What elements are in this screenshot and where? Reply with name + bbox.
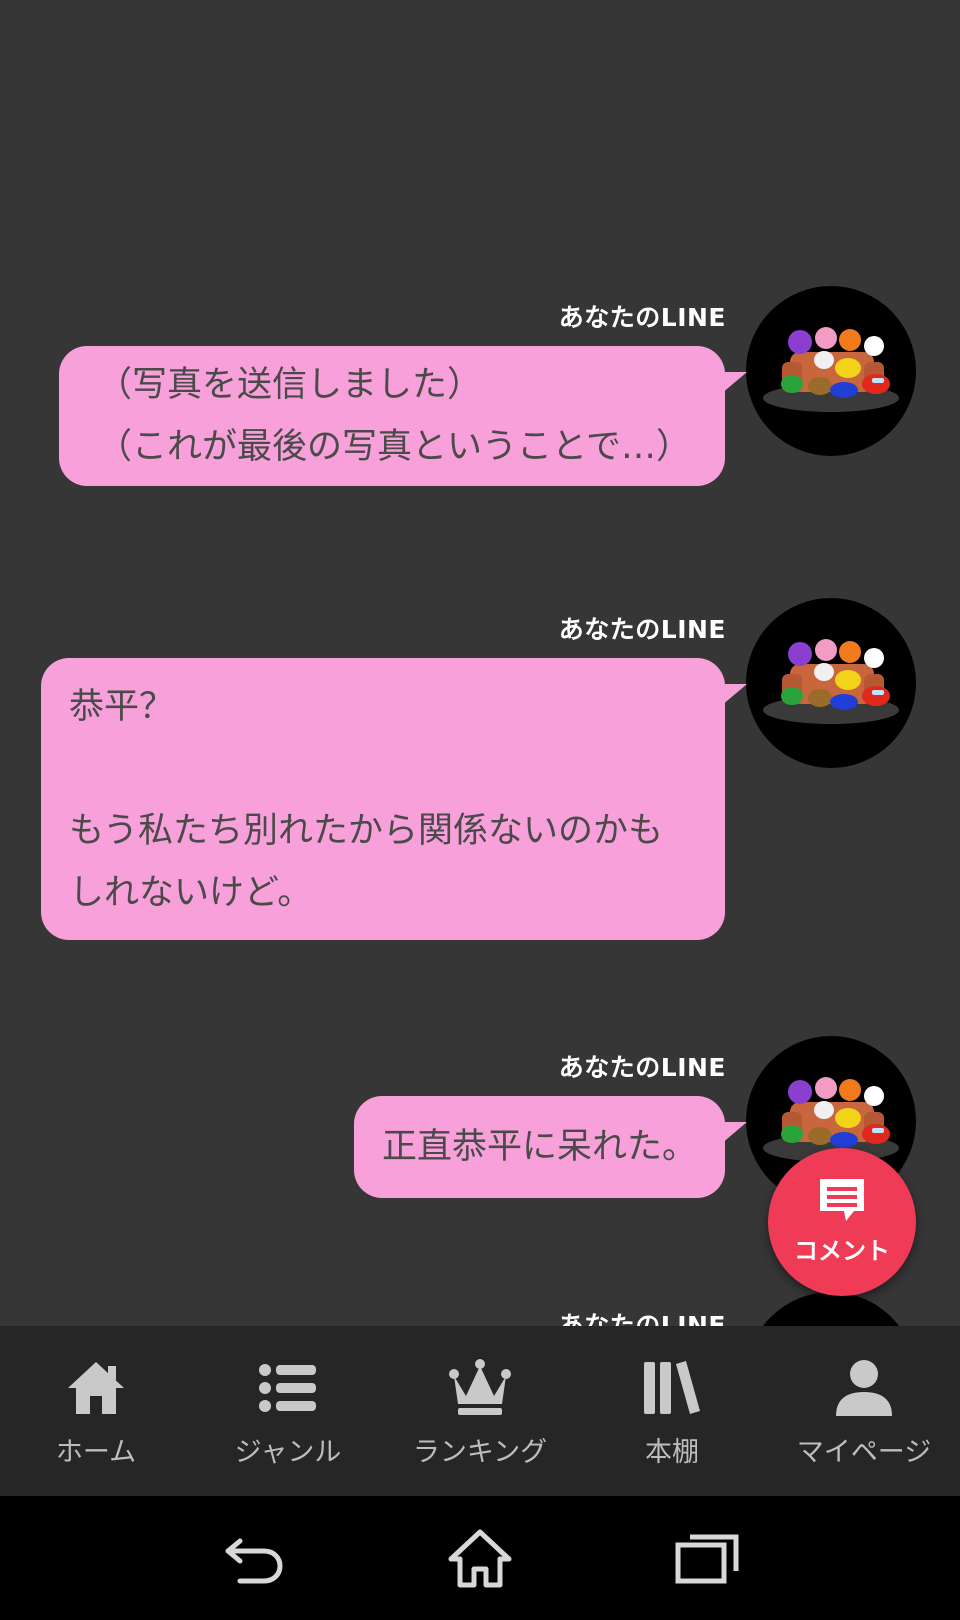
- nav-item-genre[interactable]: ジャンル: [192, 1326, 384, 1496]
- nav-label: ジャンル: [234, 1437, 342, 1468]
- message-sender-name: あなたのLINE: [558, 1053, 726, 1082]
- bottom-nav: ホーム ジャンル ランキング 本棚 マイページ: [0, 1326, 960, 1496]
- nav-item-mypage[interactable]: マイページ: [768, 1326, 960, 1496]
- message-text-line: 正直恭平に呆れた。: [381, 1127, 697, 1167]
- nav-item-bookshelf[interactable]: 本棚: [576, 1326, 768, 1496]
- system-home-button[interactable]: [435, 1523, 525, 1593]
- nav-label: ランキング: [412, 1437, 548, 1468]
- message-text-line: （写真を送信しました）: [97, 365, 483, 405]
- message-text-line: 恭平？: [69, 687, 175, 727]
- system-recents-button[interactable]: [662, 1523, 752, 1593]
- message-text-line: しれないけど。: [69, 873, 313, 913]
- sender-avatar[interactable]: [746, 598, 916, 768]
- back-icon: [218, 1527, 288, 1589]
- nav-label: ホーム: [55, 1437, 137, 1468]
- sender-avatar[interactable]: [746, 286, 916, 456]
- sender-avatar[interactable]: [746, 1292, 916, 1326]
- message-sender-name: あなたのLINE: [558, 1311, 726, 1326]
- message-bubble: （写真を送信しました） （これが最後の写真ということで…）: [59, 346, 747, 486]
- person-icon: [832, 1356, 896, 1420]
- comment-button[interactable]: コメント: [768, 1148, 916, 1296]
- crown-icon: [448, 1356, 512, 1420]
- app-screen: あなたのLINE （写真を送信しました） （これが最後の写真ということで…） あ…: [0, 0, 960, 1620]
- comment-icon: [814, 1178, 870, 1229]
- bookshelf-icon: [640, 1356, 704, 1420]
- nav-label: マイページ: [796, 1437, 932, 1468]
- message-bubble: 恭平？ もう私たち別れたから関係ないのかも しれないけど。: [41, 658, 747, 940]
- nav-label: 本棚: [645, 1437, 699, 1468]
- message-sender-name: あなたのLINE: [558, 615, 726, 644]
- message-text-line: （これが最後の写真ということで…）: [97, 427, 691, 467]
- comment-button-label: コメント: [794, 1236, 890, 1265]
- chat-area[interactable]: あなたのLINE （写真を送信しました） （これが最後の写真ということで…） あ…: [0, 0, 960, 1326]
- nav-item-ranking[interactable]: ランキング: [384, 1326, 576, 1496]
- message-text-line: [69, 738, 697, 800]
- system-back-button[interactable]: [208, 1523, 298, 1593]
- message-text-line: もう私たち別れたから関係ないのかも: [69, 811, 663, 851]
- recent-apps-icon: [672, 1527, 742, 1589]
- nav-item-home[interactable]: ホーム: [0, 1326, 192, 1496]
- home-outline-icon: [445, 1527, 515, 1589]
- message-sender-name: あなたのLINE: [558, 303, 726, 332]
- list-icon: [256, 1356, 320, 1420]
- system-nav-bar: [0, 1496, 960, 1620]
- home-icon: [64, 1356, 128, 1420]
- message-bubble: 正直恭平に呆れた。: [353, 1096, 747, 1198]
